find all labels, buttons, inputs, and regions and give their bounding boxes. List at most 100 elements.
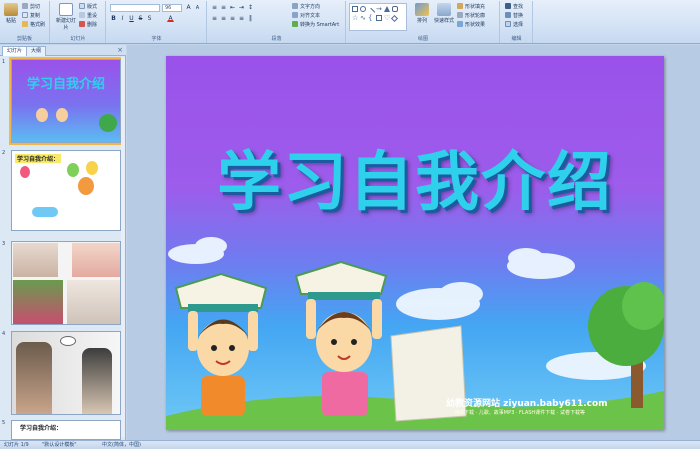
- cut-button[interactable]: 剪切: [22, 3, 40, 11]
- strikethrough-icon[interactable]: S: [137, 15, 144, 22]
- diamond-icon[interactable]: [390, 14, 399, 23]
- paste-button[interactable]: 粘贴: [2, 3, 20, 31]
- copy-icon: [22, 12, 28, 18]
- language-indicator[interactable]: 中文(简体，中国): [102, 441, 141, 449]
- thumbnail-3[interactable]: [11, 241, 121, 325]
- justify-icon[interactable]: ≡: [238, 15, 245, 22]
- balloon-illustration: [78, 177, 94, 195]
- thumbnail-title: 学习自我介绍: [26, 77, 105, 92]
- star-icon[interactable]: ☆: [352, 15, 358, 22]
- font-group: 96 A A B I U S S A 字体: [107, 1, 207, 43]
- thumbnail-number: 4: [2, 331, 6, 337]
- thumbnail-number: 3: [2, 241, 6, 247]
- panel-scrollbar[interactable]: [121, 57, 125, 437]
- clipboard-group: 粘贴 剪切 复制 格式刷 剪贴板: [0, 1, 50, 43]
- oval-icon[interactable]: [360, 6, 366, 12]
- shape-effects-button[interactable]: 形状效果: [457, 21, 485, 29]
- slide-counter: 幻灯片 1/9: [4, 442, 29, 448]
- editing-label: 编辑: [511, 36, 522, 42]
- select-button[interactable]: 选择: [505, 21, 523, 29]
- scissors-icon: [22, 3, 28, 9]
- thumbnail-5[interactable]: 学习自我介绍：: [11, 420, 121, 440]
- font-size-combo[interactable]: 96: [162, 4, 182, 12]
- align-text-button[interactable]: 对齐文本: [292, 12, 320, 20]
- font-label: 字体: [151, 36, 162, 42]
- font-name-combo[interactable]: [110, 4, 160, 12]
- callout-icon[interactable]: [376, 15, 382, 21]
- align-right-icon[interactable]: ≡: [229, 15, 236, 22]
- tab-outline[interactable]: 大纲: [26, 46, 47, 56]
- align-left-icon[interactable]: ≡: [211, 15, 218, 22]
- tree-illustration: [99, 114, 117, 132]
- copy-button[interactable]: 复制: [22, 12, 40, 20]
- delete-button[interactable]: 删除: [79, 21, 97, 29]
- thumbnail-number: 5: [2, 420, 6, 426]
- font-color-icon[interactable]: A: [167, 15, 174, 22]
- layout-button[interactable]: 版式: [79, 3, 97, 11]
- new-slide-button[interactable]: 新建幻灯片: [55, 3, 77, 31]
- current-slide[interactable]: 学习自我介绍 幼教资源网站 ziyuan.baby611.com 课件下载 · …: [166, 56, 664, 430]
- shape-outline-button[interactable]: 形状轮廓: [457, 12, 485, 20]
- replace-button[interactable]: 替换: [505, 12, 523, 20]
- photo-baby: [72, 243, 120, 277]
- thumbnail-row-3[interactable]: 3: [0, 241, 124, 326]
- increase-indent-icon[interactable]: ⇥: [238, 4, 245, 11]
- arrow-icon[interactable]: →: [376, 6, 382, 13]
- text-direction-button[interactable]: 文字方向: [292, 3, 320, 11]
- thumbnail-title: 学习自我介绍：: [15, 154, 62, 163]
- reset-button[interactable]: 重设: [79, 12, 97, 20]
- align-center-icon[interactable]: ≡: [220, 15, 227, 22]
- thumbnail-row-4[interactable]: 4: [0, 331, 124, 415]
- text-direction-icon: [292, 3, 298, 9]
- photo-people: [16, 342, 52, 414]
- heart-icon[interactable]: ♡: [384, 15, 390, 22]
- photo-baby: [13, 280, 63, 324]
- bullets-icon[interactable]: ≡: [211, 4, 218, 11]
- kids-illustration: [36, 108, 48, 122]
- rounded-rect-icon[interactable]: [392, 6, 398, 12]
- columns-icon[interactable]: ‖: [247, 15, 254, 22]
- arrange-button[interactable]: 排列: [413, 3, 431, 31]
- paragraph-label: 段落: [271, 36, 282, 42]
- underline-icon[interactable]: U: [128, 15, 135, 22]
- paste-icon: [4, 3, 18, 16]
- shrink-font-icon[interactable]: A: [194, 4, 201, 11]
- thumbnail-4[interactable]: [11, 331, 121, 415]
- triangle-icon[interactable]: [384, 6, 390, 12]
- thumbnail-1[interactable]: 学习自我介绍: [9, 57, 123, 145]
- editing-group: 查找 替换 选择 编辑: [501, 1, 533, 43]
- smartart-button[interactable]: 转换为 SmartArt: [292, 21, 339, 29]
- pencil-icon: [457, 12, 463, 18]
- thumbnail-row-1[interactable]: 1 学习自我介绍: [0, 57, 124, 145]
- paragraph-group: ≡ ≡ ⇤ ⇥ ↕ ≡ ≡ ≡ ≡ ‖ 文字方向 对齐文本 转换为 SmartA…: [208, 1, 346, 43]
- shadow-icon[interactable]: S: [146, 15, 153, 22]
- bold-icon[interactable]: B: [110, 15, 117, 22]
- thumbnail-row-2[interactable]: 2 学习自我介绍：: [0, 150, 124, 231]
- line-spacing-icon[interactable]: ↕: [247, 4, 254, 11]
- brace-icon[interactable]: {: [368, 15, 374, 22]
- quick-styles-button[interactable]: 快速样式: [433, 3, 455, 31]
- brush-icon: [22, 21, 28, 27]
- curve-icon[interactable]: ∿: [360, 15, 366, 22]
- shape-fill-button[interactable]: 形状填充: [457, 3, 485, 11]
- thumbnail-number: 1: [2, 59, 6, 65]
- cloud-illustration: [32, 207, 58, 217]
- grow-font-icon[interactable]: A: [185, 4, 192, 11]
- thumbnail-2[interactable]: 学习自我介绍：: [11, 150, 121, 231]
- slide-illustration: [166, 237, 664, 430]
- replace-icon: [505, 12, 511, 18]
- tab-slides[interactable]: 幻灯片: [2, 46, 28, 56]
- thumbnail-row-5[interactable]: 5 学习自我介绍：: [0, 420, 124, 440]
- italic-icon[interactable]: I: [119, 15, 126, 22]
- new-slide-icon: [59, 3, 73, 16]
- effects-icon: [457, 21, 463, 27]
- close-icon[interactable]: ×: [117, 46, 123, 54]
- balloon-illustration: [86, 161, 98, 175]
- numbering-icon[interactable]: ≡: [220, 4, 227, 11]
- find-button[interactable]: 查找: [505, 3, 523, 11]
- theme-name: "默认设计模板": [42, 442, 77, 448]
- rectangle-icon[interactable]: [352, 6, 358, 12]
- decrease-indent-icon[interactable]: ⇤: [229, 4, 236, 11]
- shapes-gallery[interactable]: → ☆ ∿ { ♡: [349, 3, 407, 31]
- format-painter-button[interactable]: 格式刷: [22, 21, 45, 29]
